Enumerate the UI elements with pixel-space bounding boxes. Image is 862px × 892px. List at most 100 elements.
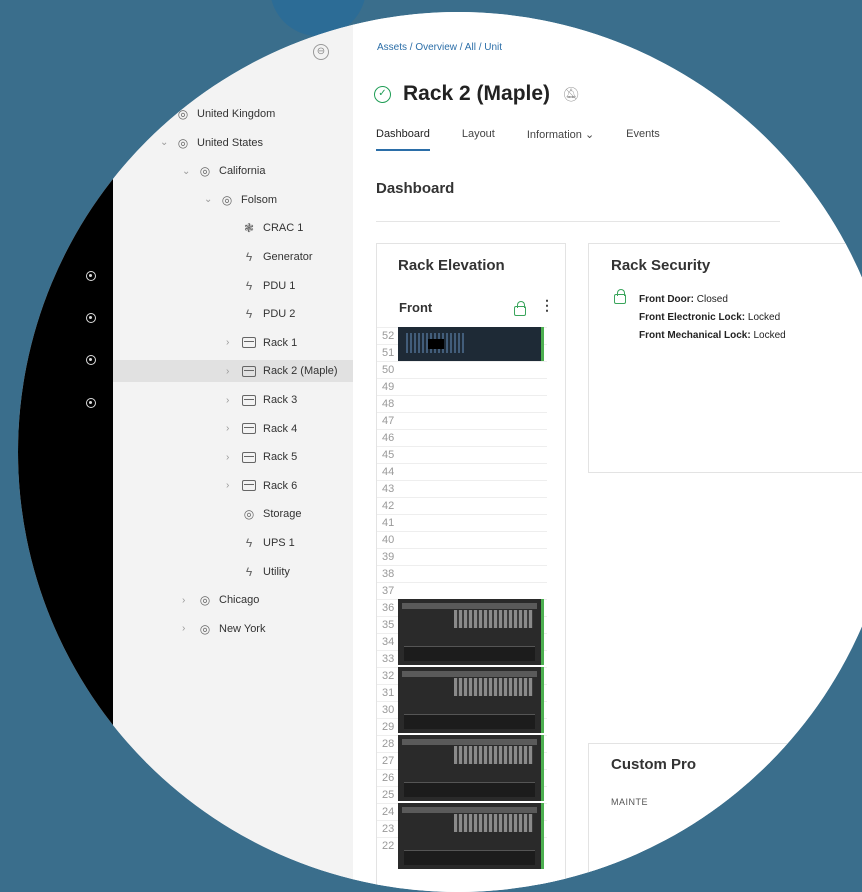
rack-slot[interactable]: 45 — [377, 446, 547, 463]
rack-device-server[interactable] — [398, 735, 544, 801]
rack-slot[interactable]: 40 — [377, 531, 547, 548]
slot-number: 25 — [382, 789, 395, 801]
chevron-down-icon[interactable]: ⌄ — [160, 137, 174, 148]
rack-icon — [242, 365, 256, 377]
server-lower-panel — [404, 714, 535, 729]
check-circle-icon: ✓ — [374, 85, 391, 103]
tree-item-california[interactable]: ⌄ ◎ California — [182, 160, 265, 182]
bell-off-icon[interactable]: 🔕︎ — [562, 86, 580, 103]
rack-device-server[interactable] — [398, 599, 544, 665]
rack-slot[interactable]: 47 — [377, 412, 547, 429]
tree-item-rack-6[interactable]: › Rack 6 — [226, 475, 297, 497]
location-icon: ◎ — [177, 107, 189, 121]
tab-layout[interactable]: Layout — [462, 128, 495, 151]
rack-slot[interactable]: 42 — [377, 497, 547, 514]
tree-item-rack-1[interactable]: › Rack 1 — [226, 332, 297, 354]
tree-item-rack-4[interactable]: › Rack 4 — [226, 418, 297, 440]
slot-number: 28 — [382, 738, 395, 750]
tree-item-utility[interactable]: ϟ Utility — [226, 561, 290, 583]
tab-information[interactable]: Information ⌄ — [527, 128, 594, 151]
device-module — [428, 339, 444, 349]
rack-slot[interactable]: 38 — [377, 565, 547, 582]
tree-item-new-york[interactable]: › ◎ New York — [182, 618, 265, 640]
tree-item-label: Rack 2 (Maple) — [263, 365, 338, 378]
lock-icon — [514, 301, 526, 316]
card-title: Rack Elevation — [398, 257, 505, 274]
drive-bays — [454, 610, 533, 628]
slot-number: 43 — [382, 483, 395, 495]
chevron-down-icon[interactable]: ⌄ — [204, 194, 218, 205]
power-icon: ϟ — [245, 307, 253, 322]
rack-slot[interactable]: 44 — [377, 463, 547, 480]
rack-security-card: Rack Security Front Door: Closed Front E… — [588, 243, 862, 473]
slot-number: 33 — [382, 653, 395, 665]
rack-slot[interactable]: 37 — [377, 582, 547, 599]
tab-events[interactable]: Events — [626, 128, 660, 151]
rack-slot[interactable]: 46 — [377, 429, 547, 446]
tree-item-folsom[interactable]: ⌄ ◎ Folsom — [204, 189, 277, 211]
tree-item-rack-5[interactable]: › Rack 5 — [226, 446, 297, 468]
more-options-icon[interactable]: ⋮ — [540, 297, 554, 314]
rack-slot[interactable]: 41 — [377, 514, 547, 531]
power-icon: ϟ — [245, 536, 253, 550]
slot-number: 51 — [382, 347, 395, 359]
tree-item-united-states[interactable]: ⌄ ◎ United States — [160, 132, 263, 154]
main-content: Assets / Overview / All / Unit ✓ Rack 2 … — [353, 12, 862, 892]
tree-item-label: United Kingdom — [197, 108, 276, 120]
slot-number: 26 — [382, 772, 395, 784]
rack-icon — [242, 394, 256, 406]
chevron-right-icon[interactable]: › — [226, 395, 240, 406]
server-bezel — [402, 739, 537, 745]
slot-number: 37 — [382, 585, 395, 597]
slot-number: 47 — [382, 415, 395, 427]
rack-slot[interactable]: 49 — [377, 378, 547, 395]
rack-device-switch[interactable] — [398, 327, 544, 361]
drive-bays — [454, 678, 533, 696]
tree-item-generator[interactable]: ϟ Generator — [226, 246, 313, 268]
breadcrumb[interactable]: Assets / Overview / All / Unit — [377, 42, 502, 53]
rack-slot[interactable]: 43 — [377, 480, 547, 497]
server-bezel — [402, 807, 537, 813]
fan-icon: ❃ — [243, 221, 255, 236]
chevron-right-icon[interactable]: › — [182, 595, 196, 606]
custom-property-label: MAINTE — [611, 797, 649, 807]
chevron-right-icon[interactable]: › — [226, 452, 240, 463]
tree-item-pdu-2[interactable]: ϟ PDU 2 — [226, 303, 296, 325]
rack-slot[interactable]: 39 — [377, 548, 547, 565]
unlock-icon — [614, 289, 626, 304]
rack-slot[interactable]: 48 — [377, 395, 547, 412]
tree-item-ups-1[interactable]: ϟ UPS 1 — [226, 532, 295, 554]
location-icon: ◎ — [199, 593, 211, 608]
chevron-right-icon[interactable]: › — [226, 423, 240, 434]
chevron-right-icon[interactable]: › — [226, 337, 240, 348]
nav-rail-icon[interactable] — [86, 313, 96, 323]
chevron-right-icon[interactable]: › — [182, 623, 196, 634]
slot-number: 52 — [382, 330, 395, 342]
tab-dashboard[interactable]: Dashboard — [376, 128, 430, 151]
page-header: ✓ Rack 2 (Maple) 🔕︎ — [374, 82, 580, 106]
slot-number: 22 — [382, 840, 395, 852]
chevron-down-icon[interactable]: ⌄ — [182, 166, 196, 177]
chevron-right-icon[interactable]: › — [226, 366, 240, 377]
location-icon: ◎ — [243, 507, 255, 522]
tree-item-chicago[interactable]: › ◎ Chicago — [182, 589, 259, 611]
section-title: Dashboard — [376, 180, 455, 197]
custom-properties-card: Custom Pro MAINTE — [588, 743, 862, 892]
nav-rail-icon[interactable] — [86, 271, 96, 281]
collapse-panel-icon[interactable]: ⊖ — [313, 44, 329, 60]
chevron-right-icon[interactable]: › — [226, 480, 240, 491]
tree-item-pdu-1[interactable]: ϟ PDU 1 — [226, 275, 296, 297]
tree-item-rack-3[interactable]: › Rack 3 — [226, 389, 297, 411]
tree-item-label: Folsom — [241, 193, 278, 206]
tree-item-storage[interactable]: ◎ Storage — [226, 503, 302, 525]
rack-slot[interactable]: 50 — [377, 361, 547, 378]
nav-rail-icon[interactable] — [86, 398, 96, 408]
tree-item-label: PDU 1 — [263, 279, 296, 292]
rack-device-server[interactable] — [398, 667, 544, 733]
rack-icon — [242, 337, 256, 349]
rack-device-server[interactable] — [398, 803, 544, 869]
slot-number: 48 — [382, 398, 395, 410]
tree-item-united-kingdom[interactable]: ◎ United Kingdom — [160, 103, 276, 125]
tree-item-crac-1[interactable]: ❃ CRAC 1 — [226, 217, 303, 239]
nav-rail-icon[interactable] — [86, 355, 96, 365]
